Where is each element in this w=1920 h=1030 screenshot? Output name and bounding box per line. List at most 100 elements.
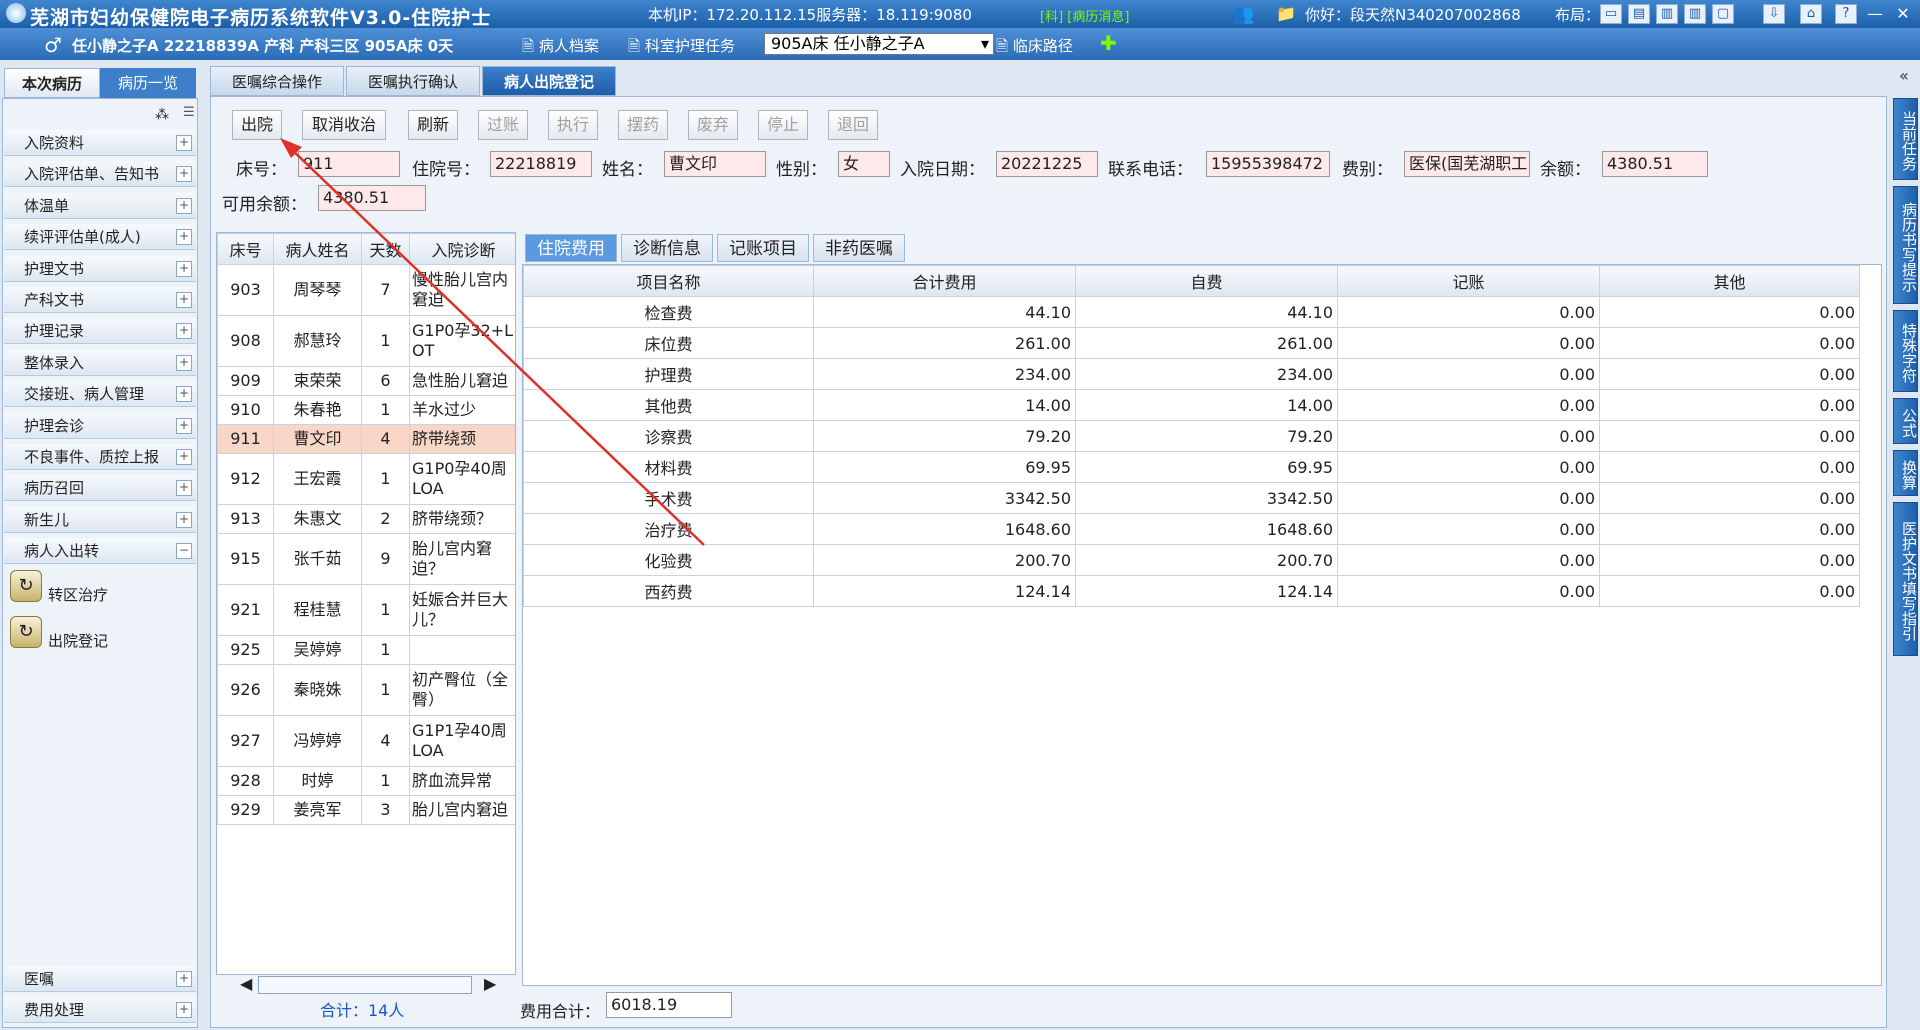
return-button[interactable]: 退回: [828, 110, 878, 140]
col-diagnosis[interactable]: 入院诊断: [409, 233, 515, 265]
minimize-icon[interactable]: —: [1862, 3, 1888, 25]
table-row[interactable]: 915 张千茹 9 胎儿宫内窘迫？: [217, 533, 515, 585]
table-row[interactable]: 化验费 200.70 200.70 0.00 0.00: [523, 544, 1860, 576]
scroll-right-icon[interactable]: ▶: [484, 974, 496, 993]
scroll-thumb[interactable]: [258, 976, 472, 994]
table-row[interactable]: 929 姜亮军 3 胎儿宫内窘迫: [217, 795, 515, 825]
sidebar-bottom-item-0[interactable]: 医嘱 +: [4, 966, 196, 992]
table-row[interactable]: 材料费 69.95 69.95 0.00 0.00: [523, 451, 1860, 483]
table-row[interactable]: 908 郝慧玲 1 G1P0孕32+LOT: [217, 315, 515, 367]
discharge-button[interactable]: 出院: [232, 110, 282, 140]
table-row[interactable]: 909 束荣荣 6 急性胎儿窘迫: [217, 366, 515, 396]
sidebar-item-12[interactable]: 新生儿 +: [4, 506, 196, 533]
expand-icon[interactable]: +: [176, 386, 192, 403]
sidebar-item-2[interactable]: 体温单 +: [4, 192, 196, 219]
tab-hospital-fees[interactable]: 住院费用: [525, 234, 617, 262]
expand-icon[interactable]: +: [176, 229, 192, 246]
expand-icon[interactable]: +: [176, 135, 192, 151]
expand-icon[interactable]: +: [176, 197, 192, 214]
collapse-icon[interactable]: «: [1899, 66, 1909, 85]
sub-item-1[interactable]: ↻ 出院登记: [10, 616, 190, 656]
expand-icon[interactable]: +: [176, 480, 192, 497]
expand-icon[interactable]: +: [176, 323, 192, 340]
sidebar-item-1[interactable]: 入院评估单、告知书 +: [4, 161, 196, 188]
expand-icon[interactable]: +: [176, 260, 192, 277]
message-tips[interactable]: [科] [病历消息]: [1040, 6, 1129, 25]
sub-item-0[interactable]: ↻ 转区治疗: [10, 570, 190, 610]
table-row[interactable]: 925 吴婷婷 1: [217, 635, 515, 665]
side-tab-0[interactable]: 当前任务: [1893, 98, 1918, 180]
sidebar-item-6[interactable]: 护理记录 +: [4, 318, 196, 345]
stop-button[interactable]: 停止: [758, 110, 808, 140]
admit-date-field[interactable]: 20221225: [996, 151, 1098, 177]
scroll-left-icon[interactable]: ◀: [240, 974, 252, 993]
name-field[interactable]: 曹文印: [664, 151, 766, 177]
sidebar-item-3[interactable]: 续评评估单(成人) +: [4, 224, 196, 251]
menu-toggle-icon[interactable]: ☰: [183, 105, 195, 120]
col-days[interactable]: 天数: [361, 233, 410, 265]
table-row[interactable]: 手术费 3342.50 3342.50 0.00 0.00: [523, 482, 1860, 514]
sidebar-item-10[interactable]: 不良事件、质控上报 +: [4, 444, 196, 470]
table-row[interactable]: 护理费 234.00 234.00 0.00 0.00: [523, 358, 1860, 390]
users-icon[interactable]: 👥: [1232, 4, 1254, 25]
col-item-name[interactable]: 项目名称: [523, 265, 814, 297]
table-row[interactable]: 913 朱惠文 2 脐带绕颈？: [217, 504, 515, 534]
tab-order-execution[interactable]: 医嘱执行确认: [346, 66, 480, 96]
sidebar-item-5[interactable]: 产科文书 +: [4, 287, 196, 313]
sidebar-item-7[interactable]: 整体录入 +: [4, 349, 196, 376]
side-tab-1[interactable]: 病历书写提示: [1893, 186, 1918, 304]
post-button[interactable]: 过账: [478, 110, 528, 140]
bed-select[interactable]: 905A床 任小静之子A ▾: [764, 33, 994, 55]
table-row[interactable]: 检查费 44.10 44.10 0.00 0.00: [523, 296, 1860, 328]
execute-button[interactable]: 执行: [548, 110, 598, 140]
bed-field[interactable]: 911: [298, 151, 400, 177]
sidebar-bottom-item-1[interactable]: 费用处理 +: [4, 997, 196, 1023]
sidebar-item-13[interactable]: 病人入出转 −: [4, 538, 196, 565]
patient-list-scrollbar[interactable]: ◀ ▶: [240, 974, 500, 994]
color-dots-icon[interactable]: ⁂: [155, 107, 169, 123]
table-row[interactable]: 西药费 124.14 124.14 0.00 0.00: [523, 575, 1860, 607]
available-balance-field[interactable]: 4380.51: [318, 185, 426, 211]
tab-non-drug-orders[interactable]: 非药医嘱: [813, 234, 905, 262]
table-row[interactable]: 910 朱春艳 1 羊水过少: [217, 395, 515, 425]
layout-5-icon[interactable]: ▢: [1712, 4, 1734, 24]
sidebar-item-8[interactable]: 交接班、病人管理 +: [4, 381, 196, 408]
dispense-button[interactable]: 摆药: [618, 110, 668, 140]
admit-no-field[interactable]: 22218819: [490, 151, 592, 177]
patient-file-link[interactable]: 🗎 病人档案: [522, 35, 599, 61]
table-row[interactable]: 903 周琴琴 7 慢性胎儿宫内窘迫: [217, 264, 515, 316]
clinical-path-link[interactable]: 🗎 临床路径: [996, 35, 1073, 61]
refresh-button[interactable]: 刷新: [408, 110, 458, 140]
table-row[interactable]: 治疗费 1648.60 1648.60 0.00 0.00: [523, 513, 1860, 545]
table-row[interactable]: 926 秦晓姝 1 初产臀位（全臀）: [217, 664, 515, 716]
side-tab-5[interactable]: 医护文书填写指引: [1893, 502, 1918, 656]
layout-1-icon[interactable]: ▭: [1600, 4, 1622, 24]
col-self-pay[interactable]: 自费: [1075, 265, 1338, 297]
col-bed[interactable]: 床号: [217, 233, 274, 265]
side-tab-2[interactable]: 特殊字符: [1893, 310, 1918, 392]
tab-record-list[interactable]: 病历一览: [100, 68, 196, 98]
home-icon[interactable]: ⌂: [1800, 4, 1822, 24]
balance-field[interactable]: 4380.51: [1602, 151, 1708, 177]
layout-4-icon[interactable]: ▥: [1684, 4, 1706, 24]
expand-icon[interactable]: +: [176, 354, 192, 371]
col-other[interactable]: 其他: [1599, 265, 1860, 297]
layout-2-icon[interactable]: ▤: [1628, 4, 1650, 24]
table-row[interactable]: 911 曹文印 4 脐带绕颈: [217, 424, 515, 454]
folder-icon[interactable]: 📁: [1276, 4, 1296, 23]
tab-diagnosis-info[interactable]: 诊断信息: [621, 234, 713, 262]
expand-icon[interactable]: +: [176, 1002, 192, 1018]
tab-discharge-register[interactable]: 病人出院登记: [482, 66, 616, 96]
side-tab-3[interactable]: 公式: [1893, 398, 1918, 444]
table-row[interactable]: 诊察费 79.20 79.20 0.00 0.00: [523, 420, 1860, 452]
tab-order-operations[interactable]: 医嘱综合操作: [210, 66, 344, 96]
fee-type-field[interactable]: 医保(国芜湖职工: [1404, 151, 1530, 177]
dept-task-link[interactable]: 🗎 科室护理任务: [628, 35, 735, 61]
phone-field[interactable]: 15955398472: [1206, 151, 1330, 177]
expand-icon[interactable]: +: [176, 417, 192, 434]
col-billed[interactable]: 记账: [1337, 265, 1600, 297]
discard-button[interactable]: 废弃: [688, 110, 738, 140]
pill-icon[interactable]: ✚: [1100, 31, 1117, 55]
help-icon[interactable]: ?: [1835, 4, 1857, 24]
table-row[interactable]: 927 冯婷婷 4 G1P1孕40周LOA: [217, 715, 515, 767]
